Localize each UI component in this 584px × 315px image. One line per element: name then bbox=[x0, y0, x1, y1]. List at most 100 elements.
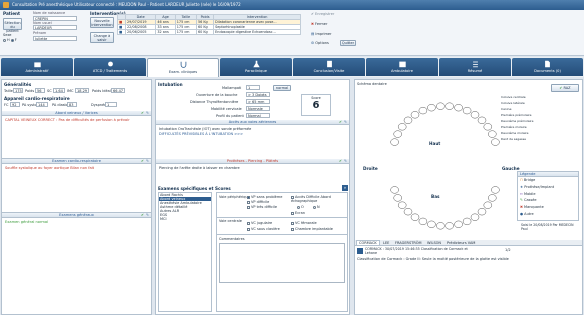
tab-resume[interactable]: Résumé bbox=[439, 58, 511, 76]
dyspnee-select[interactable]: 1 bbox=[105, 102, 117, 107]
fc-field[interactable]: 92 bbox=[10, 102, 20, 107]
prenom-label: Prénom bbox=[33, 31, 47, 35]
normal-button[interactable]: normal bbox=[273, 85, 291, 91]
tooth[interactable] bbox=[427, 220, 436, 228]
tooth[interactable] bbox=[397, 123, 407, 131]
tooth[interactable] bbox=[470, 111, 480, 119]
tooth[interactable] bbox=[462, 217, 472, 226]
prenom-field[interactable]: Juliette bbox=[33, 36, 77, 41]
tab-paraclinique[interactable]: Paraclinique bbox=[220, 58, 292, 76]
tooth[interactable] bbox=[445, 102, 454, 110]
tooth[interactable] bbox=[397, 201, 407, 209]
check-icon[interactable]: ✔ bbox=[141, 213, 144, 218]
tab-wilson[interactable]: WILSON bbox=[427, 241, 441, 245]
tooth[interactable] bbox=[488, 194, 497, 202]
edit-icon[interactable]: ✎ bbox=[344, 159, 347, 164]
imc-field[interactable]: 18,29 bbox=[75, 88, 89, 93]
dental-chart[interactable] bbox=[375, 92, 515, 240]
profil-select[interactable]: Normal bbox=[246, 113, 270, 118]
tab-conclusion[interactable]: Conclusion/Visite bbox=[293, 58, 365, 76]
tooth[interactable] bbox=[403, 116, 413, 124]
oui-radio[interactable]: O bbox=[297, 205, 304, 209]
options-button[interactable]: ⚙ Options bbox=[311, 41, 329, 45]
save-button[interactable]: ✔ Enregistrer bbox=[311, 12, 334, 16]
tooth[interactable] bbox=[483, 123, 493, 131]
poids-field[interactable]: 56 bbox=[35, 88, 45, 93]
tooth[interactable] bbox=[477, 116, 487, 124]
tooth[interactable] bbox=[488, 130, 497, 138]
poids-ideal-field[interactable]: 66,47 bbox=[111, 88, 125, 93]
tooth[interactable] bbox=[390, 186, 399, 194]
change-button[interactable]: Change à saisir bbox=[90, 32, 114, 43]
ouverture-select[interactable]: > 3 Doigts bbox=[246, 92, 270, 97]
centrale-right[interactable]: Chambre implantable bbox=[291, 227, 333, 231]
sexe-radios[interactable]: H F bbox=[3, 38, 17, 42]
mobilite-select[interactable]: Normale bbox=[246, 106, 270, 111]
tooth[interactable] bbox=[410, 111, 420, 119]
periph-opt[interactable]: VP sans problème bbox=[247, 195, 282, 199]
tooth[interactable] bbox=[491, 186, 500, 194]
list-item[interactable]: MCI bbox=[159, 217, 211, 221]
tooth[interactable] bbox=[491, 138, 500, 146]
check-icon[interactable]: ✔ bbox=[141, 159, 144, 164]
tooth[interactable] bbox=[410, 213, 420, 221]
tab-atcd[interactable]: ATCD / Traitements bbox=[74, 58, 146, 76]
centrale-right[interactable]: VC fémorale bbox=[291, 221, 317, 225]
check-icon[interactable]: ✔ bbox=[141, 111, 144, 116]
tooth[interactable] bbox=[436, 102, 445, 110]
tooth[interactable] bbox=[477, 208, 487, 216]
periph-opt[interactable]: VP très difficile bbox=[247, 205, 277, 209]
tooth[interactable] bbox=[445, 222, 454, 230]
centrale-opt[interactable]: VC jugulaire bbox=[247, 221, 272, 225]
edit-icon[interactable]: ✎ bbox=[146, 213, 149, 218]
raz-button[interactable]: ✔ RAZ bbox=[551, 84, 579, 92]
new-intervention-button[interactable]: Nouvelle intervention bbox=[90, 17, 114, 28]
tooth[interactable] bbox=[403, 208, 413, 216]
print-button[interactable]: ▤ Imprimer bbox=[311, 32, 332, 36]
table-row[interactable]: ■ 20/06/2005 32 ans 175 cm 60 Kg Endosco… bbox=[117, 29, 301, 35]
tooth[interactable] bbox=[470, 213, 480, 221]
mallampati-select[interactable]: 1 bbox=[246, 85, 260, 90]
tooth[interactable] bbox=[418, 217, 428, 226]
pa-dias-field[interactable]: 83 bbox=[67, 102, 77, 107]
nom-usage-field[interactable]: LARDEUR bbox=[33, 25, 77, 30]
distance-select[interactable]: > 65 mm bbox=[246, 99, 270, 104]
periph-right[interactable]: Accès Difficile Abord échographique bbox=[291, 195, 333, 203]
tab-cormack[interactable]: CORMACK bbox=[356, 240, 380, 246]
close-button[interactable]: ✖ Fermer bbox=[311, 22, 327, 26]
tab-ambulatoire[interactable]: Ambulatoire bbox=[366, 58, 438, 76]
sc-field[interactable]: 1,64 bbox=[53, 88, 65, 93]
tab-exam-cliniques[interactable]: Exam. cliniques bbox=[147, 58, 219, 77]
acces-line2[interactable]: DIFFICULTÉS PRÉVISIBLES À L'INTUBATION >… bbox=[159, 132, 243, 136]
tooth[interactable] bbox=[393, 130, 402, 138]
select-patient-button[interactable]: Sélection du patient bbox=[3, 18, 22, 33]
periph-right[interactable]: Ecran bbox=[291, 211, 305, 215]
tooth[interactable] bbox=[483, 201, 493, 209]
pa-sys-field[interactable]: 144 bbox=[36, 102, 48, 107]
edit-icon[interactable]: ✎ bbox=[146, 111, 149, 116]
tooth[interactable] bbox=[462, 106, 472, 115]
tooth[interactable] bbox=[454, 220, 463, 228]
non-radio[interactable]: N bbox=[313, 205, 320, 209]
check-icon[interactable]: ✔ bbox=[339, 159, 342, 164]
edit-icon[interactable]: ✎ bbox=[146, 159, 149, 164]
tab-predicteurs[interactable]: Prédicteurs VAM bbox=[447, 241, 475, 245]
centrale-opt[interactable]: VC sous clavière bbox=[247, 227, 280, 231]
tooth[interactable] bbox=[454, 104, 463, 112]
tooth[interactable] bbox=[393, 194, 402, 202]
tab-administratif[interactable]: Administratif bbox=[1, 58, 73, 76]
tooth[interactable] bbox=[418, 106, 428, 115]
periph-opt[interactable]: VP difficile bbox=[247, 200, 269, 204]
tooth[interactable] bbox=[436, 222, 445, 230]
tab-fragerstrom[interactable]: FRAGERSTRÖM bbox=[395, 241, 422, 245]
commentaires-textarea[interactable] bbox=[219, 243, 345, 283]
tab-lee[interactable]: LEE bbox=[383, 241, 389, 245]
expand-icon[interactable]: » bbox=[342, 185, 348, 191]
quit-button[interactable]: Quitter bbox=[340, 40, 356, 46]
tooth[interactable] bbox=[390, 138, 399, 146]
taille-field[interactable]: 175 bbox=[13, 88, 23, 93]
tab-documents[interactable]: Documents (0) bbox=[512, 58, 583, 76]
tooth[interactable] bbox=[427, 104, 436, 112]
check-icon[interactable]: ✔ bbox=[339, 120, 342, 125]
edit-icon[interactable]: ✎ bbox=[344, 120, 347, 125]
